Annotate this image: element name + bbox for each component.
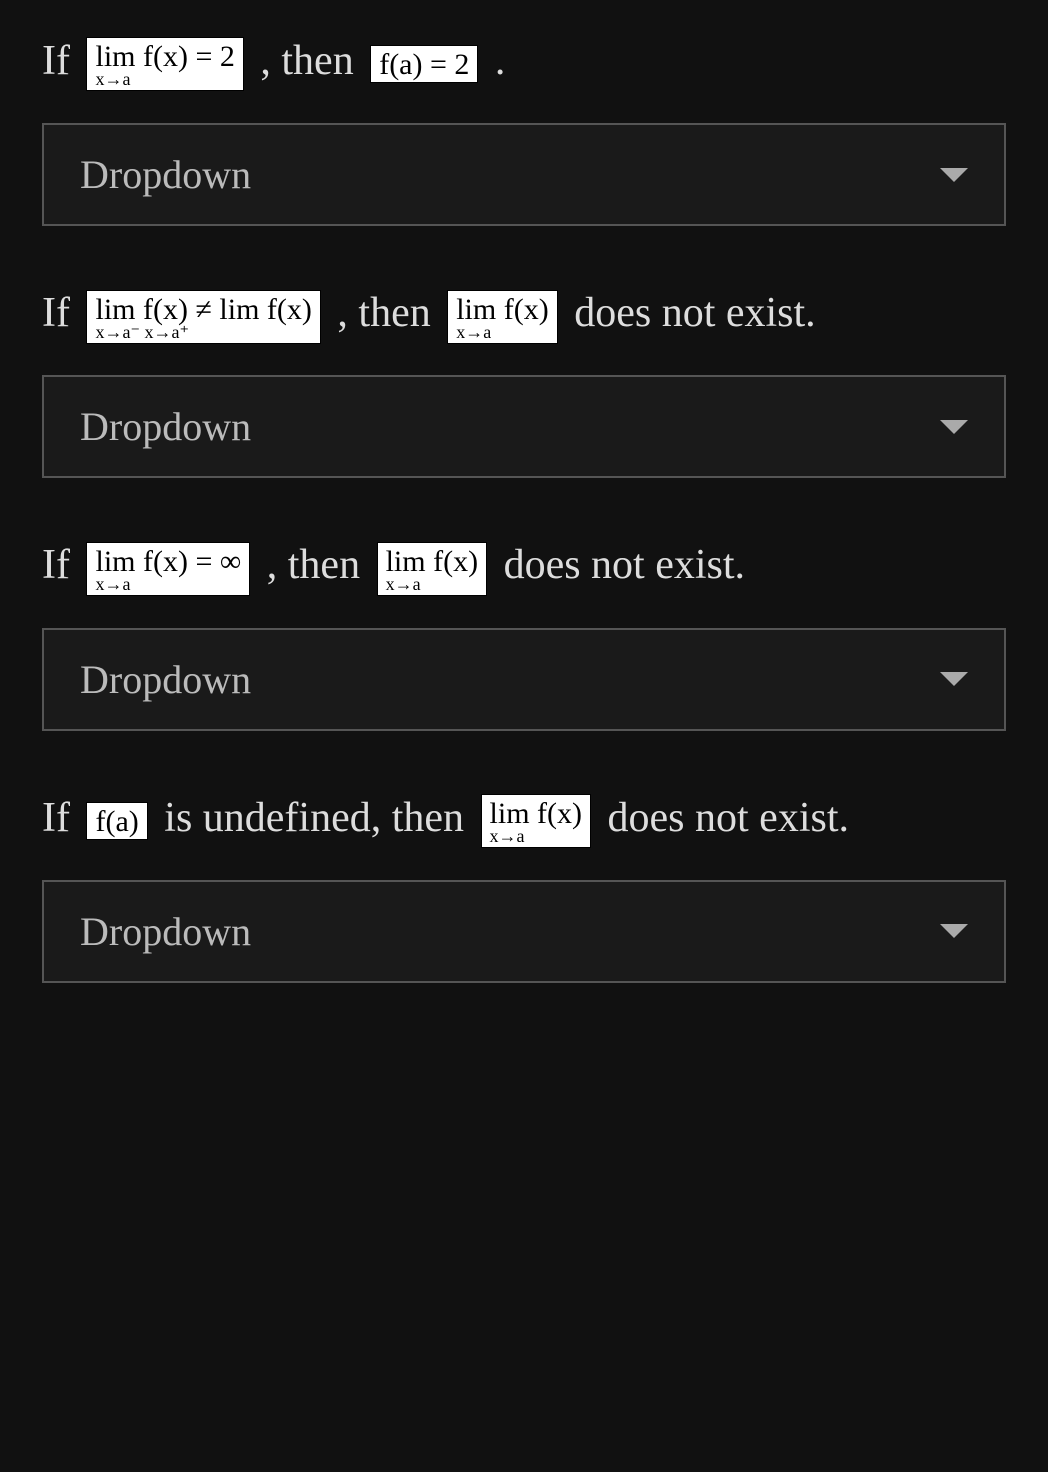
math-image: lim f(x) = ∞ x→a (86, 542, 250, 596)
math-line-bot: x→a (95, 70, 234, 88)
question-4: If f(a) is undefined, then lim f(x) x→a … (42, 785, 1006, 983)
text: does not exist. (504, 542, 745, 588)
dropdown-label: Dropdown (80, 151, 251, 198)
math-line-top: lim f(x) (456, 295, 548, 325)
text: does not exist. (574, 290, 815, 336)
math-line-top: lim f(x) ≠ lim f(x) (95, 295, 311, 325)
question-1-prompt: If lim f(x) = 2 x→a , then f(a) = 2 . (42, 28, 1006, 95)
question-1: If lim f(x) = 2 x→a , then f(a) = 2 . Dr… (42, 28, 1006, 226)
math-image: lim f(x) x→a (377, 542, 487, 596)
chevron-down-icon (940, 168, 968, 182)
chevron-down-icon (940, 672, 968, 686)
math-line: f(a) (95, 807, 138, 837)
text: If (42, 795, 80, 841)
math-image: f(a) (86, 802, 147, 840)
text: does not exist. (608, 795, 849, 841)
math-image: lim f(x) ≠ lim f(x) x→a⁻ x→a⁺ (86, 290, 320, 344)
question-3: If lim f(x) = ∞ x→a , then lim f(x) x→a … (42, 532, 1006, 730)
dropdown-label: Dropdown (80, 908, 251, 955)
text: . (495, 38, 506, 84)
chevron-down-icon (940, 420, 968, 434)
question-3-prompt: If lim f(x) = ∞ x→a , then lim f(x) x→a … (42, 532, 1006, 599)
answer-dropdown-3[interactable]: Dropdown (42, 628, 1006, 731)
text: If (42, 290, 80, 336)
text: is undefined, then (164, 795, 474, 841)
answer-dropdown-1[interactable]: Dropdown (42, 123, 1006, 226)
math-image: f(a) = 2 (370, 45, 478, 83)
text: , then (260, 38, 364, 84)
answer-dropdown-4[interactable]: Dropdown (42, 880, 1006, 983)
math-image: lim f(x) = 2 x→a (86, 37, 243, 91)
page: If lim f(x) = 2 x→a , then f(a) = 2 . Dr… (0, 0, 1048, 1472)
chevron-down-icon (940, 924, 968, 938)
math-image: lim f(x) x→a (481, 794, 591, 848)
math-line-top: lim f(x) (386, 547, 478, 577)
dropdown-label: Dropdown (80, 403, 251, 450)
math-image: lim f(x) x→a (447, 290, 557, 344)
math-line-top: lim f(x) = 2 (95, 42, 234, 72)
dropdown-label: Dropdown (80, 656, 251, 703)
text: If (42, 542, 80, 588)
answer-dropdown-2[interactable]: Dropdown (42, 375, 1006, 478)
question-2-prompt: If lim f(x) ≠ lim f(x) x→a⁻ x→a⁺ , then … (42, 280, 1006, 347)
math-line: f(a) = 2 (379, 50, 469, 80)
text: , then (267, 542, 371, 588)
text: If (42, 38, 80, 84)
question-4-prompt: If f(a) is undefined, then lim f(x) x→a … (42, 785, 1006, 852)
question-2: If lim f(x) ≠ lim f(x) x→a⁻ x→a⁺ , then … (42, 280, 1006, 478)
math-line-top: lim f(x) = ∞ (95, 547, 241, 577)
text: , then (337, 290, 441, 336)
math-line-top: lim f(x) (490, 799, 582, 829)
